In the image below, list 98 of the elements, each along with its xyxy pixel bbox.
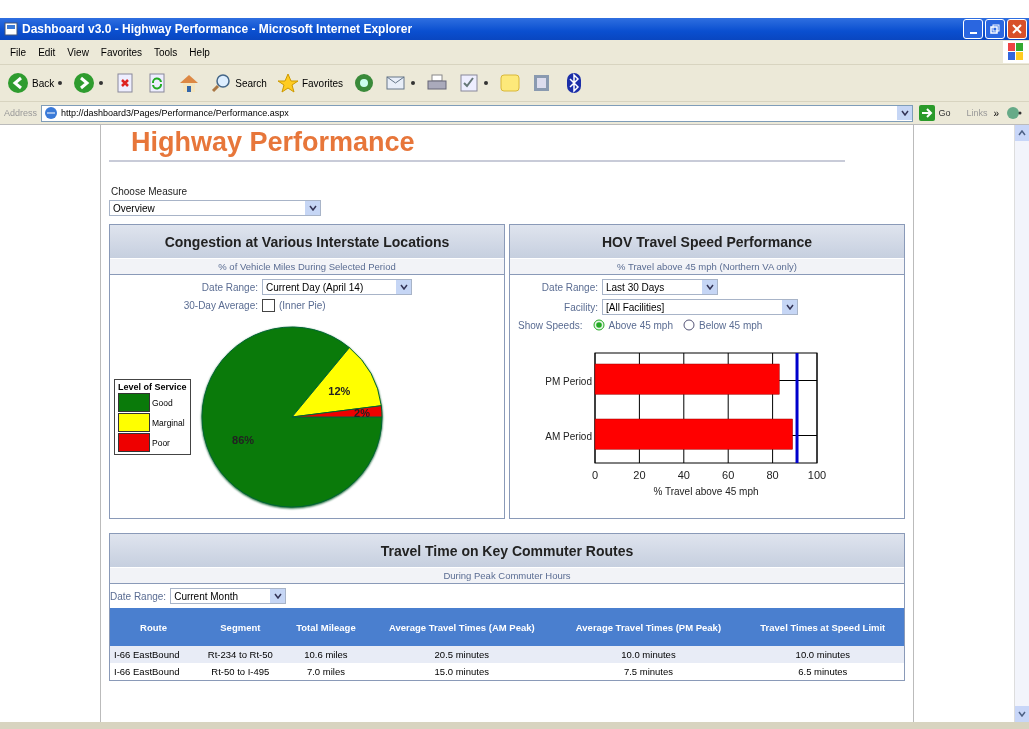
tick-label: 100 [807, 469, 827, 481]
tick-label: 60 [722, 469, 735, 481]
window-title: Dashboard v3.0 - Highway Performance - Microsoft Internet Explorer [22, 22, 414, 36]
column-header: Travel Times at Speed Limit [741, 608, 904, 646]
column-header: Segment [197, 608, 284, 646]
field-label: Facility: [563, 301, 598, 313]
measure-select[interactable]: Overview [109, 200, 321, 216]
star-icon [276, 72, 299, 94]
note-icon [499, 72, 522, 94]
facility-select[interactable]: [All Facilities] [602, 299, 798, 315]
table-cell: 15.0 minutes [368, 663, 556, 680]
restore-button[interactable] [985, 19, 1005, 39]
checkbox-label: (Inner Pie) [279, 300, 326, 311]
back-button[interactable]: Back [4, 70, 67, 96]
browser-page-icon [4, 22, 18, 36]
address-field[interactable]: http://dashboard3/Pages/Performance/Performance.aspx [41, 104, 914, 122]
field-label: 30-Day Average: [182, 300, 258, 311]
slice-label: 12% [327, 385, 350, 397]
table-cell: 7.0 miles [283, 663, 369, 680]
page-icon [44, 106, 59, 120]
radio-label: Below 45 mph [699, 319, 763, 331]
go-button[interactable]: Go [917, 105, 953, 121]
restore-icon [990, 24, 1000, 34]
table-cell: I-66 EastBound [110, 646, 198, 663]
panel-title: Congestion at Various Interstate Locations [110, 225, 504, 258]
table-cell: 20.5 minutes [368, 646, 556, 663]
panel-subtitle: During Peak Commuter Hours [110, 567, 904, 584]
chevron-down-icon [273, 593, 282, 599]
scroll-up-icon[interactable] [1018, 130, 1026, 136]
date-range-select[interactable]: Current Month [170, 588, 287, 604]
chevron-down-icon [705, 284, 714, 290]
address-label: Address [4, 108, 38, 118]
table-cell: I-66 EastBound [110, 663, 198, 680]
radio-button[interactable] [683, 319, 695, 331]
page-heading: Highway Performance [109, 125, 845, 162]
measure-label: Choose Measure [111, 186, 189, 197]
column-header: Total Mileage [283, 608, 369, 646]
favorites-button[interactable]: Favorites [273, 70, 347, 96]
close-button[interactable] [1007, 19, 1027, 39]
menu-item[interactable]: Help [183, 46, 216, 58]
chevron-down-icon [785, 304, 794, 310]
menu-item[interactable]: Tools [148, 46, 184, 58]
scrollbar[interactable] [1014, 125, 1029, 722]
chevron-down-icon [399, 284, 408, 290]
windows-flag-icon [1003, 41, 1029, 63]
panel-subtitle: % of Vehicle Miles During Selected Period [110, 258, 504, 275]
panel-title: HOV Travel Speed Performance [510, 225, 904, 258]
axis-label: PM Period [545, 375, 592, 387]
table-cell: 7.5 minutes [555, 663, 742, 680]
table-cell: Rt-234 to Rt-50 [197, 646, 284, 663]
menu-item[interactable]: Edit [32, 46, 62, 58]
slice-label: 86% [231, 434, 254, 446]
menu-item[interactable]: View [61, 46, 95, 58]
minimize-icon [969, 32, 977, 34]
panel-subtitle: % Travel above 45 mph (Northern VA only) [510, 258, 904, 275]
chevron-down-icon [900, 110, 909, 116]
search-icon [210, 72, 233, 94]
field-label: Show Speeds: [518, 319, 583, 331]
slice-label: 2% [353, 406, 370, 419]
axis-label: AM Period [545, 430, 592, 442]
legend-title: Level of Service [118, 382, 187, 392]
radio-button[interactable] [592, 319, 605, 331]
table-cell: 10.6 miles [283, 646, 369, 663]
average-checkbox[interactable] [262, 299, 275, 312]
tick-label: 0 [591, 469, 599, 481]
tick-label: 40 [677, 469, 690, 481]
table-cell: 6.5 minutes [741, 663, 904, 680]
edit-icon [458, 72, 481, 94]
table-cell: 10.0 minutes [555, 646, 742, 663]
table-cell: Rt-50 to I-495 [197, 663, 284, 680]
arrow-icon [919, 105, 936, 121]
legend-label: Good [152, 397, 173, 408]
menu-item[interactable]: Favorites [94, 46, 148, 58]
field-label: Date Range: [200, 281, 258, 293]
column-header: Average Travel Times (PM Peak) [555, 608, 742, 646]
search-button[interactable]: Search [207, 70, 270, 96]
axis-title: % Travel above 45 mph [653, 486, 759, 497]
tick-label: 20 [633, 469, 646, 481]
scroll-down-icon[interactable] [1018, 711, 1026, 717]
more-links-button[interactable]: » [991, 107, 1001, 119]
tick-label: 80 [766, 469, 779, 481]
legend-label: Marginal [152, 417, 185, 428]
chevron-down-icon [308, 205, 317, 211]
panel-title: Travel Time on Key Commuter Routes [110, 534, 904, 567]
close-icon [1012, 24, 1022, 34]
table-cell: 10.0 minutes [741, 646, 904, 663]
menu-item[interactable]: File [4, 46, 33, 58]
minimize-button[interactable] [963, 19, 983, 39]
radio-label: Above 45 mph [608, 319, 673, 331]
media-icon [353, 72, 376, 94]
date-range-select[interactable]: Last 30 Days [602, 279, 718, 295]
column-header: Route [110, 608, 198, 646]
legend-label: Poor [152, 437, 170, 448]
field-label: Date Range: [110, 590, 167, 602]
links-label: Links [966, 108, 988, 118]
field-label: Date Range: [540, 281, 598, 293]
column-header: Average Travel Times (AM Peak) [368, 608, 556, 646]
date-range-select[interactable]: Current Day (April 14) [262, 279, 412, 295]
